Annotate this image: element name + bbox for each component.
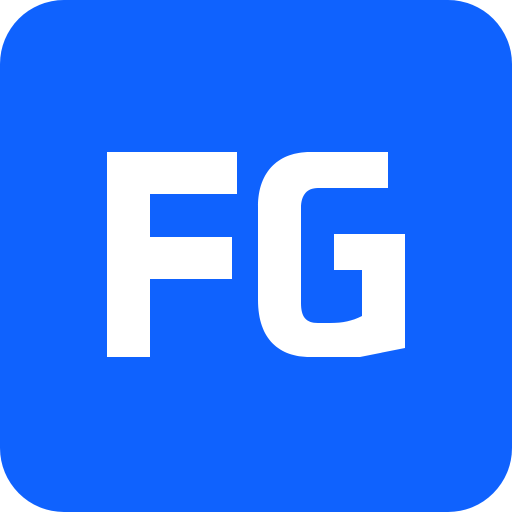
letter-f-glyph [107, 152, 237, 357]
letter-g-glyph [258, 152, 405, 357]
app-icon: FG [0, 0, 512, 512]
fg-monogram-logo: FG [107, 152, 405, 357]
